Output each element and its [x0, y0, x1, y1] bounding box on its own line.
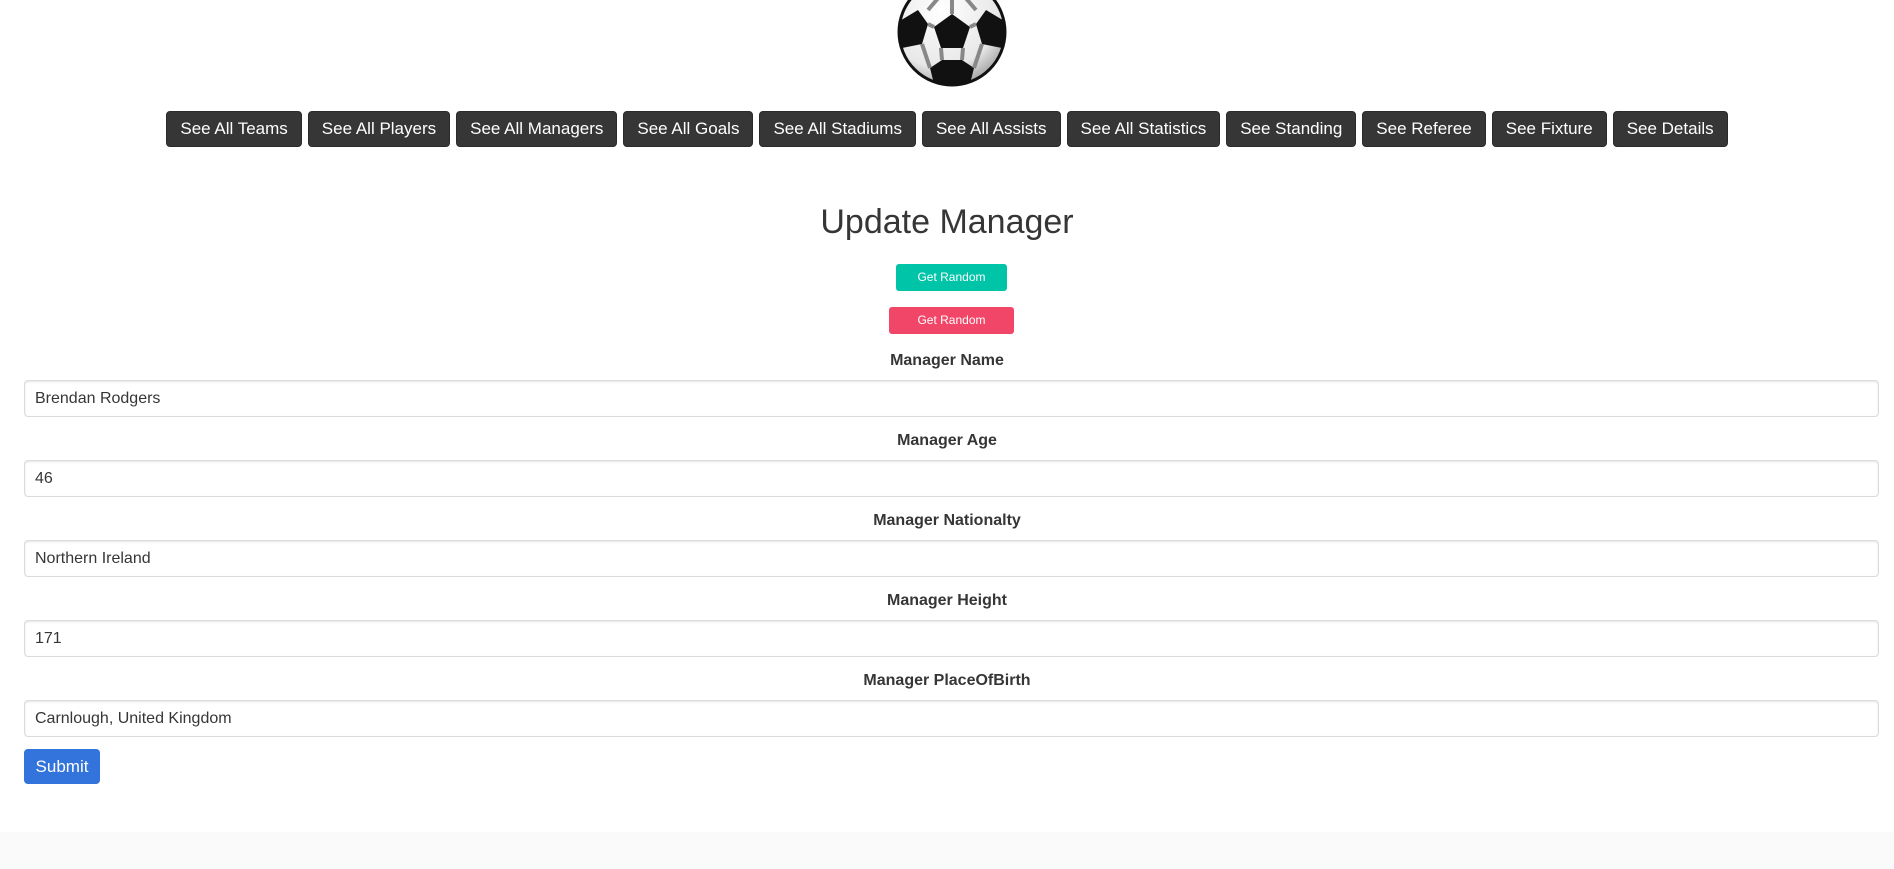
see-all-players-button[interactable]: See All Players — [307, 111, 451, 147]
see-all-teams-button[interactable]: See All Teams — [166, 111, 302, 147]
manager-age-input[interactable] — [24, 460, 1879, 497]
manager-height-label: Manager Height — [886, 592, 1007, 609]
manager-age-label: Manager Age — [897, 432, 997, 449]
see-all-goals-button[interactable]: See All Goals — [623, 111, 754, 147]
page-title: Update Manager — [820, 203, 1074, 241]
manager-height-input[interactable] — [24, 620, 1879, 657]
see-all-stadiums-button[interactable]: See All Stadiums — [759, 111, 916, 147]
see-all-statistics-button[interactable]: See All Statistics — [1066, 111, 1221, 147]
see-standing-button[interactable]: See Standing — [1226, 111, 1357, 147]
manager-place-of-birth-label: Manager PlaceOfBirth — [863, 672, 1031, 689]
get-random-age-button[interactable]: Get Random Age — [896, 264, 1007, 311]
submit-button[interactable]: Submit — [24, 749, 100, 784]
see-details-button[interactable]: See Details — [1612, 111, 1728, 147]
page: See All Teams See All Players See All Ma… — [0, 0, 1894, 869]
manager-name-label: Manager Name — [890, 352, 1004, 369]
get-random-height-button[interactable]: Get Random Height — [889, 307, 1014, 354]
manager-name-input[interactable] — [24, 380, 1879, 417]
manager-place-of-birth-input[interactable] — [24, 700, 1879, 737]
manager-nationality-label: Manager Nationalty — [873, 512, 1021, 529]
footer — [0, 832, 1894, 869]
see-referee-button[interactable]: See Referee — [1362, 111, 1486, 147]
top-nav: See All Teams See All Players See All Ma… — [0, 111, 1894, 147]
see-all-assists-button[interactable]: See All Assists — [921, 111, 1061, 147]
manager-nationality-input[interactable] — [24, 540, 1879, 577]
see-all-managers-button[interactable]: See All Managers — [456, 111, 618, 147]
soccer-ball-icon — [897, 0, 1007, 87]
see-fixture-button[interactable]: See Fixture — [1491, 111, 1607, 147]
